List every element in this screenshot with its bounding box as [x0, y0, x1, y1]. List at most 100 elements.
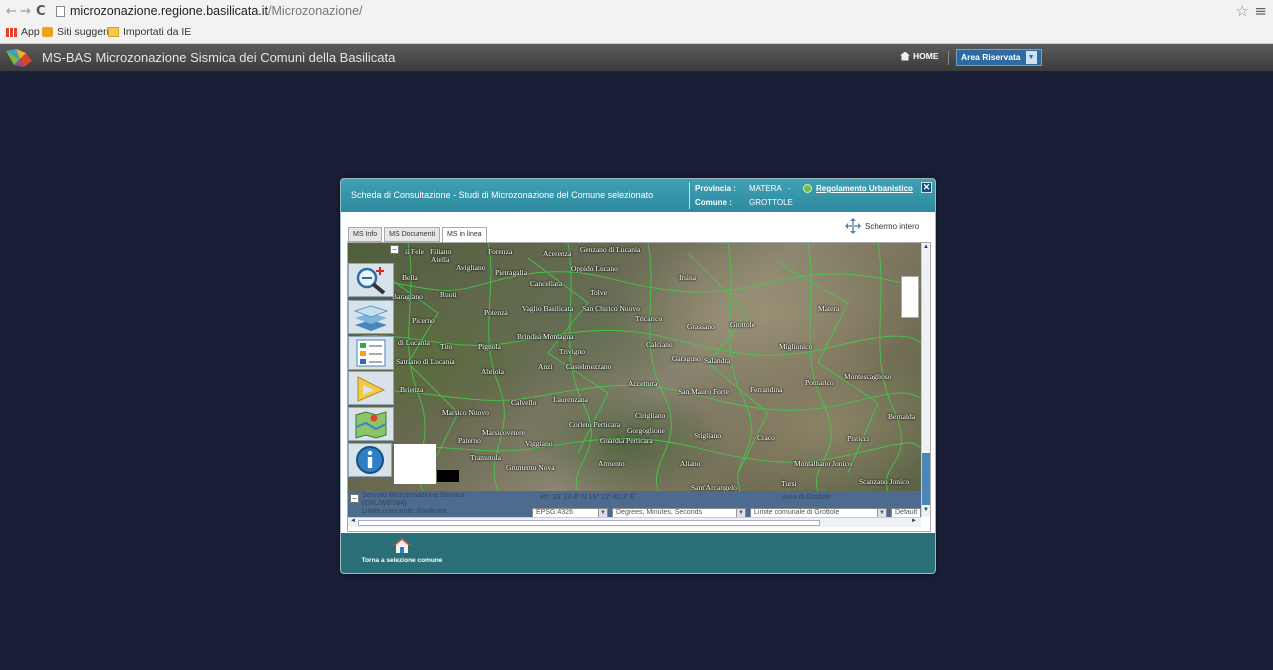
- url-path: /Microzonazione/: [268, 4, 363, 18]
- toolbar-collapse-button[interactable]: −: [390, 245, 399, 254]
- bookmarks-bar: App Siti suggeriti Importati da IE: [0, 24, 1273, 42]
- map-town-label: Grassano: [687, 322, 715, 331]
- scroll-up-icon[interactable]: ▲: [923, 244, 929, 250]
- consultation-dialog: Scheda di Consultazione - Studi di Micro…: [340, 178, 936, 574]
- map-town-label: Paterno: [458, 436, 481, 445]
- map-town-label: Corleto Perticara: [569, 420, 621, 429]
- legend-tool-button[interactable]: [348, 336, 394, 370]
- map-town-label: Grumento Nova: [506, 463, 555, 472]
- close-button[interactable]: ✕: [921, 182, 932, 193]
- tab-ms-documenti[interactable]: MS Documenti: [384, 227, 441, 242]
- forward-arrow-icon[interactable]: →: [20, 4, 31, 19]
- map-town-label: Montescaglioso: [844, 372, 892, 381]
- map-town-label: Oppido Lucano: [571, 264, 618, 273]
- map-town-label: Pignola: [478, 342, 501, 351]
- url-host: microzonazione.regione.basilicata.it: [70, 4, 269, 18]
- scroll-right-icon[interactable]: ►: [911, 518, 917, 524]
- fullscreen-label: Schermo intero: [865, 221, 920, 231]
- ruler-measure-icon: [357, 376, 386, 402]
- regolamento-link[interactable]: Regolamento Urbanistico: [803, 184, 913, 193]
- bookmark-star-icon[interactable]: ☆: [1236, 2, 1249, 20]
- map-town-label: Tito: [440, 342, 453, 351]
- home-icon: [900, 51, 910, 61]
- address-bar[interactable]: microzonazione.regione.basilicata.it/Mic…: [70, 4, 363, 18]
- area-readout: Area di Grottole: [782, 494, 832, 501]
- map-town-label: Grottole: [730, 320, 755, 329]
- home-link[interactable]: HOME: [900, 51, 939, 61]
- scrollbar-thumb[interactable]: [922, 453, 930, 505]
- scroll-down-icon[interactable]: ▼: [923, 507, 929, 513]
- scroll-left-icon[interactable]: ◄: [350, 518, 356, 524]
- units-select-value: Degrees, Minutes, Seconds: [616, 509, 702, 516]
- reload-icon[interactable]: C: [36, 4, 46, 19]
- default-select-value: Default: [895, 509, 918, 516]
- map-town-label: Abriola: [481, 367, 504, 376]
- map-vertical-scrollbar[interactable]: ▲ ▼: [921, 243, 930, 517]
- map-town-label: Cancellara: [530, 279, 563, 288]
- info-tool-button[interactable]: [348, 443, 392, 477]
- provincia-label: Provincia :: [695, 184, 736, 193]
- app-logo-icon: [6, 49, 32, 67]
- map-horizontal-scrollbar[interactable]: ◄ ►: [348, 517, 921, 527]
- map-town-label: Pomarico: [805, 378, 834, 387]
- map-town-label: Aliano: [680, 459, 701, 468]
- map-town-label: Marsico Nuovo: [442, 408, 489, 417]
- map-town-label: Armento: [598, 459, 625, 468]
- status-collapse-button[interactable]: −: [350, 494, 359, 503]
- page-icon: [56, 6, 65, 17]
- home-icon: [394, 538, 410, 553]
- map-town-label: Tursi: [781, 479, 797, 488]
- back-to-selection-button[interactable]: Torna a selezione comune: [347, 538, 457, 572]
- map-town-label: Guardia Perticara: [600, 436, 653, 445]
- status-boundary: Limite comunale: Basilicata: [362, 508, 447, 515]
- dialog-body: MS Info MS Documenti MS in linea Schermo…: [341, 212, 935, 533]
- bookmark-suggested-sites[interactable]: Siti suggeriti: [42, 26, 114, 38]
- measure-tool-button[interactable]: [348, 371, 394, 405]
- map-town-label: Genzano di Lucania: [580, 245, 641, 254]
- map-town-label: Tricarico: [635, 314, 663, 323]
- back-arrow-icon[interactable]: ←: [6, 4, 17, 19]
- map-town-label: Pisticci: [847, 434, 870, 443]
- comune-label: Comune :: [695, 198, 732, 207]
- map-town-label: Ruoti: [440, 290, 457, 299]
- chevron-down-icon: ▼: [877, 509, 886, 517]
- chevron-down-icon: ▼: [598, 509, 607, 517]
- boundary-select-value: Limite comunale di Grottole: [754, 509, 840, 516]
- tab-ms-info[interactable]: MS Info: [348, 227, 383, 242]
- map-town-label: Accettura: [628, 379, 658, 388]
- bookmark-imported-ie[interactable]: Importati da IE: [108, 26, 191, 38]
- area-riservata-dropdown[interactable]: Area Riservata ▼: [956, 49, 1042, 66]
- scrollbar-track[interactable]: [358, 520, 820, 526]
- map-town-label: Craco: [757, 433, 775, 442]
- map-town-label: ii Fele: [405, 247, 424, 256]
- map-tool-button[interactable]: [348, 407, 394, 441]
- map-town-label: Salandra: [704, 356, 731, 365]
- header-dash: -: [788, 184, 791, 193]
- map-town-label: Garaguso: [672, 354, 701, 363]
- globe-icon: [803, 184, 812, 193]
- layers-tool-button[interactable]: [348, 300, 394, 334]
- bookmark-label: Siti suggeriti: [57, 26, 115, 38]
- header-separator: [948, 51, 949, 65]
- tool-panel-blank: [394, 444, 436, 484]
- satellite-map[interactable]: ii Fele Filiano Atella Forenza Acerenza …: [348, 243, 921, 491]
- map-panel: ii Fele Filiano Atella Forenza Acerenza …: [347, 242, 931, 532]
- map-town-label: Sant'Arcangelo: [691, 483, 737, 491]
- map-town-label: San Mauro Forte: [678, 387, 729, 396]
- map-town-label: Brindisi Montagna: [517, 332, 574, 341]
- map-town-label: Trivigno: [559, 347, 585, 356]
- bookmark-apps[interactable]: App: [6, 26, 40, 38]
- apps-grid-icon: [6, 27, 17, 37]
- browser-menu-icon[interactable]: ≡: [1254, 2, 1267, 20]
- map-town-label: Pietragalla: [495, 268, 528, 277]
- area-riservata-label: Area Riservata: [961, 52, 1021, 62]
- tab-ms-in-linea[interactable]: MS in linea: [442, 227, 487, 243]
- map-town-label: Montalbano Jonico: [794, 459, 852, 468]
- map-town-label: Gorgoglione: [627, 426, 665, 435]
- header-divider: [689, 182, 690, 209]
- map-town-label: Miglionico: [779, 342, 813, 351]
- map-town-label: Matera: [818, 304, 840, 313]
- zoom-tool-button[interactable]: [348, 263, 394, 297]
- fullscreen-button[interactable]: Schermo intero: [845, 218, 919, 234]
- map-town-label: Acerenza: [543, 249, 572, 258]
